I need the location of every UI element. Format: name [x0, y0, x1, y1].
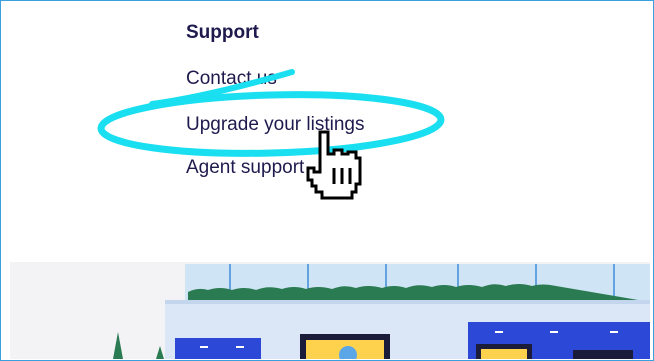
window-far-right: [573, 350, 633, 359]
blue-panel-left: [175, 338, 261, 359]
support-heading: Support: [186, 22, 259, 43]
upgrade-listings-link[interactable]: Upgrade your listings: [186, 114, 364, 136]
contact-us-link[interactable]: Contact us: [186, 68, 277, 90]
window-right: [481, 349, 527, 359]
small-shrub: [156, 346, 164, 359]
small-tree: [113, 332, 123, 359]
house-scene: [113, 264, 650, 359]
house-illustration: [10, 262, 650, 359]
agent-support-link[interactable]: Agent support: [186, 157, 304, 179]
roof-edge: [165, 300, 650, 304]
